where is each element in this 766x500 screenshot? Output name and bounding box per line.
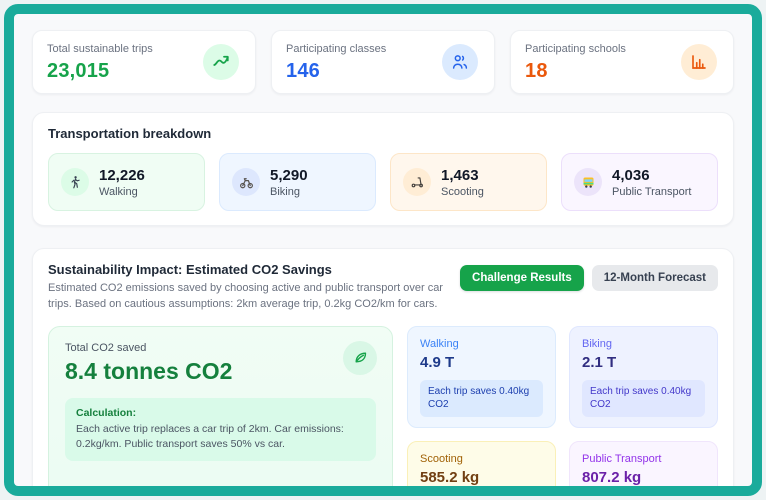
stats-row: Total sustainable trips 23,015 Participa… xyxy=(32,30,734,94)
mode-label-scooting: Scooting xyxy=(441,185,484,198)
total-co2-card: Total CO2 saved 8.4 tonnes CO2 Calculati… xyxy=(48,325,393,486)
co2-value-public-transport: 807.2 kg xyxy=(582,468,642,486)
mode-value-public-transport: 4,036 xyxy=(612,166,650,184)
co2-card-biking: Biking 2.1 T Each trip saves 0.40kg CO2 xyxy=(569,325,718,428)
co2-note-biking: Each trip saves 0.40kg CO2 xyxy=(582,379,705,417)
co2-card-walking: Walking 4.9 T Each trip saves 0.40kg CO2 xyxy=(407,325,556,428)
dashboard-frame: Total sustainable trips 23,015 Participa… xyxy=(4,4,762,496)
impact-header: Sustainability Impact: Estimated CO2 Sav… xyxy=(48,262,718,313)
leaf-icon xyxy=(343,340,377,375)
mode-value-biking: 5,290 xyxy=(270,166,308,184)
challenge-results-button[interactable]: Challenge Results xyxy=(460,265,584,291)
impact-subtitle: Estimated CO2 emissions saved by choosin… xyxy=(48,282,443,310)
mode-card-scooting: 1,463 Scooting xyxy=(390,153,547,211)
mode-text: 1,463 Scooting xyxy=(441,167,484,198)
co2-note-walking: Each trip saves 0.40kg CO2 xyxy=(420,379,543,417)
transportation-breakdown-section: Transportation breakdown 12,226 Walking … xyxy=(32,112,734,226)
co2-note-scooting: Each trip saves 0.40kg CO2 xyxy=(420,495,543,496)
co2-value-biking: 2.1 T xyxy=(582,353,617,371)
co2-value-walking: 4.9 T xyxy=(420,353,455,371)
total-co2-label: Total CO2 saved xyxy=(65,341,147,354)
mode-label-walking: Walking xyxy=(99,185,138,198)
total-co2-value: 8.4 tonnes CO2 xyxy=(65,357,233,384)
calculation-box: Calculation: Each active trip replaces a… xyxy=(65,397,376,462)
co2-card-public-transport: Public Transport 807.2 kg Each trip save… xyxy=(569,440,718,496)
mode-text: 4,036 Public Transport xyxy=(612,167,691,198)
stat-card-classes: Participating classes 146 xyxy=(271,30,495,94)
co2-label-biking: Biking xyxy=(582,337,612,350)
trending-up-icon xyxy=(203,44,239,80)
walking-icon xyxy=(61,168,89,196)
mode-card-public-transport: 4,036 Public Transport xyxy=(561,153,718,211)
co2-value-scooting: 585.2 kg xyxy=(420,468,480,486)
co2-breakdown-grid: Walking 4.9 T Each trip saves 0.40kg CO2… xyxy=(407,325,718,496)
co2-note-public-transport: Each trip saves 0.20kg CO2 (50% vs car) xyxy=(582,495,705,496)
sustainability-impact-section: Sustainability Impact: Estimated CO2 Sav… xyxy=(32,248,734,496)
modes-row: 12,226 Walking 5,290 Biking 1,463 Scooti… xyxy=(48,153,718,211)
mode-text: 5,290 Biking xyxy=(270,167,308,198)
bar-chart-icon xyxy=(681,44,717,80)
mode-text: 12,226 Walking xyxy=(99,167,145,198)
calculation-title: Calculation: xyxy=(76,406,137,419)
mode-card-walking: 12,226 Walking xyxy=(48,153,205,211)
biking-icon xyxy=(232,168,260,196)
dashboard-content: Total sustainable trips 23,015 Participa… xyxy=(14,14,752,496)
impact-body: Total CO2 saved 8.4 tonnes CO2 Calculati… xyxy=(48,325,718,496)
transportation-breakdown-title: Transportation breakdown xyxy=(48,126,212,141)
co2-label-public-transport: Public Transport xyxy=(582,452,662,465)
co2-card-scooting: Scooting 585.2 kg Each trip saves 0.40kg… xyxy=(407,440,556,496)
scooting-icon xyxy=(403,168,431,196)
mode-value-scooting: 1,463 xyxy=(441,166,479,184)
stat-card-schools: Participating schools 18 xyxy=(510,30,734,94)
mode-value-walking: 12,226 xyxy=(99,166,145,184)
mode-card-biking: 5,290 Biking xyxy=(219,153,376,211)
impact-title: Sustainability Impact: Estimated CO2 Sav… xyxy=(48,262,332,277)
bus-icon xyxy=(574,168,602,196)
users-icon xyxy=(442,44,478,80)
co2-label-walking: Walking xyxy=(420,337,459,350)
calculation-body: Each active trip replaces a car trip of … xyxy=(76,422,344,451)
impact-header-text: Sustainability Impact: Estimated CO2 Sav… xyxy=(48,262,460,313)
impact-buttons: Challenge Results 12-Month Forecast xyxy=(460,262,718,291)
stat-card-total-trips: Total sustainable trips 23,015 xyxy=(32,30,256,94)
mode-label-biking: Biking xyxy=(270,185,300,198)
mode-label-public-transport: Public Transport xyxy=(612,185,692,198)
forecast-button[interactable]: 12-Month Forecast xyxy=(591,265,718,291)
co2-label-scooting: Scooting xyxy=(420,452,463,465)
